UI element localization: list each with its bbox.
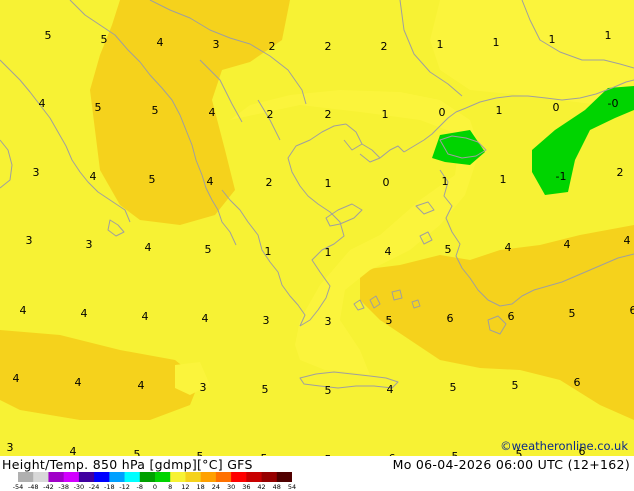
scale-swatch <box>125 472 141 482</box>
scale-swatch <box>216 472 232 482</box>
value-label: 4 <box>90 170 97 183</box>
value-label: 1 <box>605 29 612 42</box>
value-label: 4 <box>157 36 164 49</box>
scale-swatch <box>185 472 201 482</box>
value-label: 0 <box>439 106 446 119</box>
value-label: 4 <box>138 379 145 392</box>
value-label: 1 <box>437 38 444 51</box>
value-label: 4 <box>505 241 512 254</box>
value-label: 3 <box>33 166 40 179</box>
value-label: 1 <box>549 33 556 46</box>
value-label: 1 <box>382 108 389 121</box>
value-label: 4 <box>81 307 88 320</box>
value-label: 3 <box>26 234 33 247</box>
value-label: 5 <box>512 379 519 392</box>
value-label: 5 <box>149 173 156 186</box>
value-label: 5 <box>101 33 108 46</box>
value-label: 5 <box>152 104 159 117</box>
value-label: 3 <box>325 315 332 328</box>
value-label: 2 <box>381 40 388 53</box>
map-datetime: Mo 06-04-2026 06:00 UTC (12+162) <box>393 457 630 472</box>
value-label: 1 <box>496 104 503 117</box>
value-label: 2 <box>266 176 273 189</box>
value-label: 5 <box>386 314 393 327</box>
value-label: 4 <box>207 175 214 188</box>
scale-swatch <box>18 472 34 482</box>
value-label: 2 <box>267 108 274 121</box>
value-label: 4 <box>39 97 46 110</box>
value-label: 5 <box>569 307 576 320</box>
credit-link[interactable]: ©weatheronline.co.uk <box>500 439 628 453</box>
scale-swatch <box>48 472 64 482</box>
value-label: 3 <box>7 441 14 454</box>
value-label: 4 <box>387 383 394 396</box>
value-label: 1 <box>442 175 449 188</box>
scale-swatch <box>109 472 125 482</box>
value-label: 5 <box>450 381 457 394</box>
value-label: 5 <box>445 243 452 256</box>
value-label: 4 <box>20 304 27 317</box>
value-label: 5 <box>134 448 141 456</box>
value-label: 4 <box>624 234 631 247</box>
footer-bar: ©weatheronline.co.uk Height/Temp. 850 hP… <box>0 456 634 490</box>
temperature-map: 5 5 4 3 2 2 2 1 1 1 1 4 5 5 4 2 2 1 0 1 0 -0 3 4 5 4 2 1 0 1 1 -1 2 3 3 4 5 1… <box>0 0 634 456</box>
value-label: 1 <box>325 246 332 259</box>
scale-swatch <box>79 472 95 482</box>
value-label: 6 <box>574 376 581 389</box>
scale-swatch <box>94 472 110 482</box>
value-label: 3 <box>86 238 93 251</box>
value-label: 2 <box>325 108 332 121</box>
value-label: 5 <box>325 384 332 397</box>
value-label: 6 <box>508 310 515 323</box>
scale-swatch <box>201 472 217 482</box>
value-label: 3 <box>213 38 220 51</box>
scale-swatch <box>64 472 80 482</box>
value-label: 4 <box>70 445 77 456</box>
scale-swatch <box>277 472 292 482</box>
value-label: 1 <box>500 173 507 186</box>
value-label: 0 <box>553 101 560 114</box>
value-label: 6 <box>630 304 634 317</box>
value-label: 4 <box>202 312 209 325</box>
value-label: 3 <box>263 314 270 327</box>
value-label: 5 <box>262 383 269 396</box>
value-label: 6 <box>447 312 454 325</box>
value-label: -0 <box>608 97 619 110</box>
scale-swatch <box>262 472 278 482</box>
value-label: 0 <box>383 176 390 189</box>
scale-swatch <box>140 472 156 482</box>
value-label: 4 <box>209 106 216 119</box>
scale-swatch <box>246 472 262 482</box>
value-label: 2 <box>269 40 276 53</box>
value-label: 5 <box>205 243 212 256</box>
value-label: 4 <box>75 376 82 389</box>
map-title: Height/Temp. 850 hPa [gdmp][°C] GFS <box>2 457 253 472</box>
value-label: 1 <box>493 36 500 49</box>
value-label: 3 <box>200 381 207 394</box>
value-label: 4 <box>145 241 152 254</box>
scale-swatch <box>231 472 247 482</box>
value-label: 4 <box>13 372 20 385</box>
color-scale-bar <box>18 472 292 482</box>
value-label: 1 <box>325 177 332 190</box>
value-label: 4 <box>142 310 149 323</box>
value-label: -1 <box>556 170 567 183</box>
value-label: 2 <box>325 40 332 53</box>
scale-swatch <box>170 472 186 482</box>
value-label: 5 <box>95 101 102 114</box>
value-label: 2 <box>617 166 624 179</box>
value-label: 1 <box>265 245 272 258</box>
value-label: 4 <box>564 238 571 251</box>
scale-swatch <box>155 472 171 482</box>
scale-swatch <box>33 472 49 482</box>
value-label: 5 <box>45 29 52 42</box>
value-label: 4 <box>385 245 392 258</box>
